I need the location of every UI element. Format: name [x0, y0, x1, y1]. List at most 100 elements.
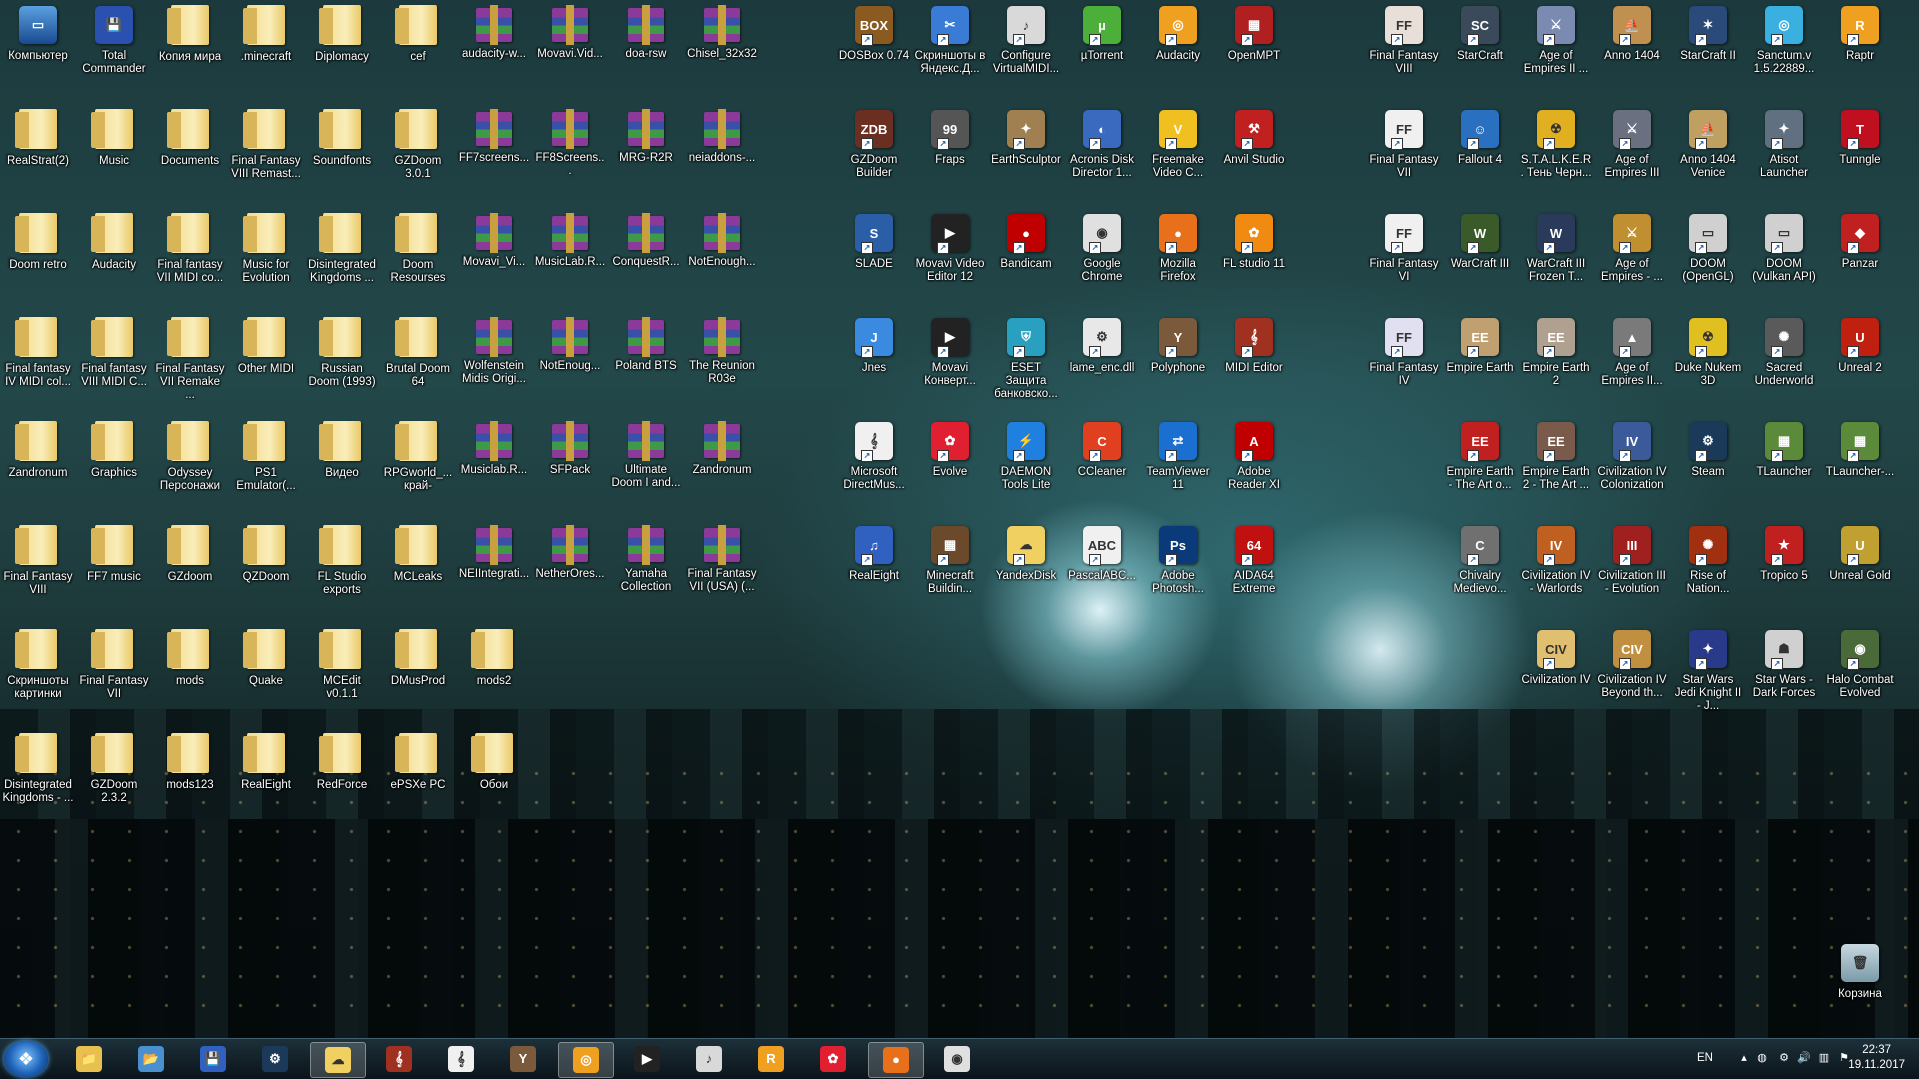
tray-steam-icon[interactable]: ⚙: [1777, 1051, 1791, 1065]
yandexdisk-taskbar[interactable]: ☁: [310, 1042, 366, 1078]
desktop-icon-tlauncher[interactable]: ▦ ↗ TLauncher: [1748, 418, 1820, 479]
desktop-icon-realeight[interactable]: ♫ ↗ RealEight: [838, 522, 910, 583]
desktop-icon-gzdoom-3-0-1[interactable]: GZDoom 3.0.1: [382, 106, 454, 181]
desktop-icon-minecraft[interactable]: .minecraft: [230, 2, 302, 64]
desktop-icon-final-fantasy-iv[interactable]: FF ↗ Final Fantasy IV: [1368, 314, 1440, 388]
desktop-icon-earthsculptor[interactable]: ✦ ↗ EarthSculptor: [990, 106, 1062, 167]
desktop-icon-adobe-photosh[interactable]: Ps ↗ Adobe Photosh...: [1142, 522, 1214, 596]
desktop-icon-starcraft[interactable]: SC ↗ StarCraft: [1444, 2, 1516, 63]
desktop-icon-ultimate-doom-i-and[interactable]: Ultimate Doom I and...: [610, 418, 682, 490]
desktop-icon-civilization-iv-colonization[interactable]: IV ↗ Civilization IV Colonization: [1596, 418, 1668, 492]
desktop-icon-ps1-emulator[interactable]: PS1 Emulator(...: [230, 418, 302, 493]
desktop-icon-civilization-iii-evolution[interactable]: III ↗ Civilization III - Evolution: [1596, 522, 1668, 596]
desktop-icon-final-fantasy-vi[interactable]: FF ↗ Final Fantasy VI: [1368, 210, 1440, 284]
desktop-icon-final-fantasy-vii[interactable]: Final Fantasy VII: [78, 626, 150, 701]
desktop-icon-empire-earth-2[interactable]: EE ↗ Empire Earth 2: [1520, 314, 1592, 388]
desktop-icon-age-of-empires-ii[interactable]: ▲ ↗ Age of Empires II...: [1596, 314, 1668, 388]
desktop-icon-age-of-empires-iii[interactable]: ⚔ ↗ Age of Empires III: [1596, 106, 1668, 180]
desktop-icon-zandronum[interactable]: Zandronum: [686, 418, 758, 477]
desktop-icon-polyphone[interactable]: Y ↗ Polyphone: [1142, 314, 1214, 375]
polyphone-taskbar[interactable]: Y: [496, 1042, 550, 1076]
desktop-icon-conquestr[interactable]: ConquestR...: [610, 210, 682, 269]
desktop-icon-doom-vulkan-api[interactable]: ▭ ↗ DOOM (Vulkan API): [1748, 210, 1820, 284]
desktop-icon-documents[interactable]: Documents: [154, 106, 226, 168]
desktop-icon-configure-virtualmidi[interactable]: ♪ ↗ Configure VirtualMIDI...: [990, 2, 1062, 76]
desktop-icon-final-fantasy-viii-remast[interactable]: Final Fantasy VIII Remast...: [230, 106, 302, 181]
totalcmd-taskbar[interactable]: 💾: [186, 1042, 240, 1076]
desktop-icon-mcleaks[interactable]: MCLeaks: [382, 522, 454, 584]
desktop-icon-final-fantasy-vii[interactable]: FF ↗ Final Fantasy VII: [1368, 106, 1440, 180]
explorer-taskbar[interactable]: 📁: [62, 1042, 116, 1076]
desktop-icon-doom-opengl[interactable]: ▭ ↗ DOOM (OpenGL): [1672, 210, 1744, 284]
desktop-icon-sanctum-v-1-5-22889[interactable]: ◎ ↗ Sanctum.v 1.5.22889...: [1748, 2, 1820, 76]
desktop-icon-s-t-a-l-k-e-r-тень-черн[interactable]: ☢ ↗ S.T.A.L.K.E.R. Тень Черн...: [1520, 106, 1592, 180]
desktop-icon-dmusprod[interactable]: DMusProd: [382, 626, 454, 688]
desktop-icon-rpgworld-край[interactable]: RPGworld_... край-: [382, 418, 454, 493]
start-button[interactable]: ❖: [4, 1041, 48, 1077]
desktop-icon-eset-защита-банковско[interactable]: ⛨ ↗ ESET Защита банковско...: [990, 314, 1062, 401]
desktop-icon-movavi-конверт[interactable]: ▶ ↗ Movavi Конверт...: [914, 314, 986, 388]
desktop-icon-empire-earth-the-art-o[interactable]: EE ↗ Empire Earth - The Art o...: [1444, 418, 1516, 492]
desktop-icon-chivalry-medievo[interactable]: C ↗ Chivalry Medievo...: [1444, 522, 1516, 596]
desktop-icon-sfpack[interactable]: SFPack: [534, 418, 606, 477]
desktop-icon-gzdoom[interactable]: GZdoom: [154, 522, 226, 584]
desktop-icon-anvil-studio[interactable]: ⚒ ↗ Anvil Studio: [1218, 106, 1290, 167]
tray-app-icon[interactable]: ◍: [1755, 1051, 1769, 1065]
desktop-icon-zandronum[interactable]: Zandronum: [2, 418, 74, 480]
evolve-taskbar[interactable]: ✿: [806, 1042, 860, 1076]
desktop-icon-raptr[interactable]: R ↗ Raptr: [1824, 2, 1896, 63]
desktop-icon-копия-мира[interactable]: Копия мира: [154, 2, 226, 64]
desktop-icon-doom-retro[interactable]: Doom retro: [2, 210, 74, 272]
desktop-icon-видео[interactable]: Видео: [306, 418, 378, 480]
desktop-icon-neiaddons[interactable]: neiaddons-...: [686, 106, 758, 165]
movavi-taskbar[interactable]: ▶: [620, 1042, 674, 1076]
desktop-icon-cef[interactable]: cef: [382, 2, 454, 64]
desktop-icon-gzdoom-2-3-2[interactable]: GZDoom 2.3.2: [78, 730, 150, 805]
desktop-icon-fl-studio-11[interactable]: ✿ ↗ FL studio 11: [1218, 210, 1290, 271]
desktop-icon-mrg-r2r[interactable]: MRG-R2R: [610, 106, 682, 165]
desktop-icon-fl-studio-exports[interactable]: FL Studio exports: [306, 522, 378, 597]
desktop-icon-ccleaner[interactable]: C ↗ CCleaner: [1066, 418, 1138, 479]
desktop-icon-evolve[interactable]: ✿ ↗ Evolve: [914, 418, 986, 479]
desktop-icon-скриншоты-картинки[interactable]: Скриншоты картинки: [2, 626, 74, 701]
desktop-icon-mcedit-v0-1-1[interactable]: MCEdit v0.1.1: [306, 626, 378, 701]
desktop-icon-age-of-empires[interactable]: ⚔ ↗ Age of Empires - ...: [1596, 210, 1668, 284]
language-indicator[interactable]: EN: [1697, 1052, 1713, 1064]
desktop-icon-warcraft-iii-frozen-t[interactable]: W ↗ WarCraft III Frozen T...: [1520, 210, 1592, 284]
desktop-icon-anno-1404[interactable]: ⛵ ↗ Anno 1404: [1596, 2, 1668, 63]
desktop-icon-epsxe-pc[interactable]: ePSXe PC: [382, 730, 454, 792]
volume-icon[interactable]: 🔊: [1797, 1051, 1811, 1065]
desktop-icon-disintegrated-kingdoms[interactable]: Disintegrated Kingdoms ...: [306, 210, 378, 285]
desktop-icon-tropico-5[interactable]: ★ ↗ Tropico 5: [1748, 522, 1820, 583]
desktop-icon-graphics[interactable]: Graphics: [78, 418, 150, 480]
desktop-icon-final-fantasy-vii-midi-co[interactable]: Final fantasy VII MIDI co...: [154, 210, 226, 285]
steam-taskbar[interactable]: ⚙: [248, 1042, 302, 1076]
desktop-icon-chisel-32x32[interactable]: Chisel_32x32: [686, 2, 758, 61]
desktop-icon-qzdoom[interactable]: QZDoom: [230, 522, 302, 584]
desktop-icon-odyssey-персонажи[interactable]: Odyssey Персонажи: [154, 418, 226, 493]
desktop-icon-netherores[interactable]: NetherOres...: [534, 522, 606, 581]
desktop-icon-unreal-2[interactable]: U ↗ Unreal 2: [1824, 314, 1896, 375]
desktop-icon-freemake-video-c[interactable]: V ↗ Freemake Video C...: [1142, 106, 1214, 180]
chrome-taskbar[interactable]: ◉: [930, 1042, 984, 1076]
show-hidden-icons-icon[interactable]: ▴: [1737, 1051, 1751, 1065]
desktop-icon-gzdoom-builder[interactable]: ZDB ↗ GZDoom Builder: [838, 106, 910, 180]
desktop-icon-pascalabc[interactable]: ABC ↗ PascalABC...: [1066, 522, 1138, 583]
desktop-icon-halo-combat-evolved[interactable]: ◉ ↗ Halo Combat Evolved: [1824, 626, 1896, 700]
desktop-icon-notenoug[interactable]: NotEnoug...: [534, 314, 606, 373]
desktop-icon-soundfonts[interactable]: Soundfonts: [306, 106, 378, 168]
desktop-icon-starcraft-ii[interactable]: ✶ ↗ StarCraft II: [1672, 2, 1744, 63]
desktop-icon-musiclab-r[interactable]: MusicLab.R...: [534, 210, 606, 269]
desktop-icon-empire-earth-2-the-art[interactable]: EE ↗ Empire Earth 2 - The Art ...: [1520, 418, 1592, 492]
desktop-icon-anno-1404-venice[interactable]: ⛵ ↗ Anno 1404 Venice: [1672, 106, 1744, 180]
desktop-icon-movavi-vi[interactable]: Movavi_Vi...: [458, 210, 530, 269]
desktop-icon-скриншоты-в-яндекс-д[interactable]: ✂ ↗ Скриншоты в Яндекс.Д...: [914, 2, 986, 76]
firefox-taskbar[interactable]: ●: [868, 1042, 924, 1078]
raptr-taskbar[interactable]: R: [744, 1042, 798, 1076]
desktop-icon-fraps[interactable]: 99 ↗ Fraps: [914, 106, 986, 167]
desktop-icon-google-chrome[interactable]: ◉ ↗ Google Chrome: [1066, 210, 1138, 284]
desktop-icon-acronis-disk-director-1[interactable]: ◐ ↗ Acronis Disk Director 1...: [1066, 106, 1138, 180]
desktop-icon-age-of-empires-ii[interactable]: ⚔ ↗ Age of Empires II ...: [1520, 2, 1592, 76]
desktop-icon-russian-doom-1993[interactable]: Russian Doom (1993): [306, 314, 378, 389]
desktop-icon-tunngle[interactable]: T ↗ Tunngle: [1824, 106, 1896, 167]
